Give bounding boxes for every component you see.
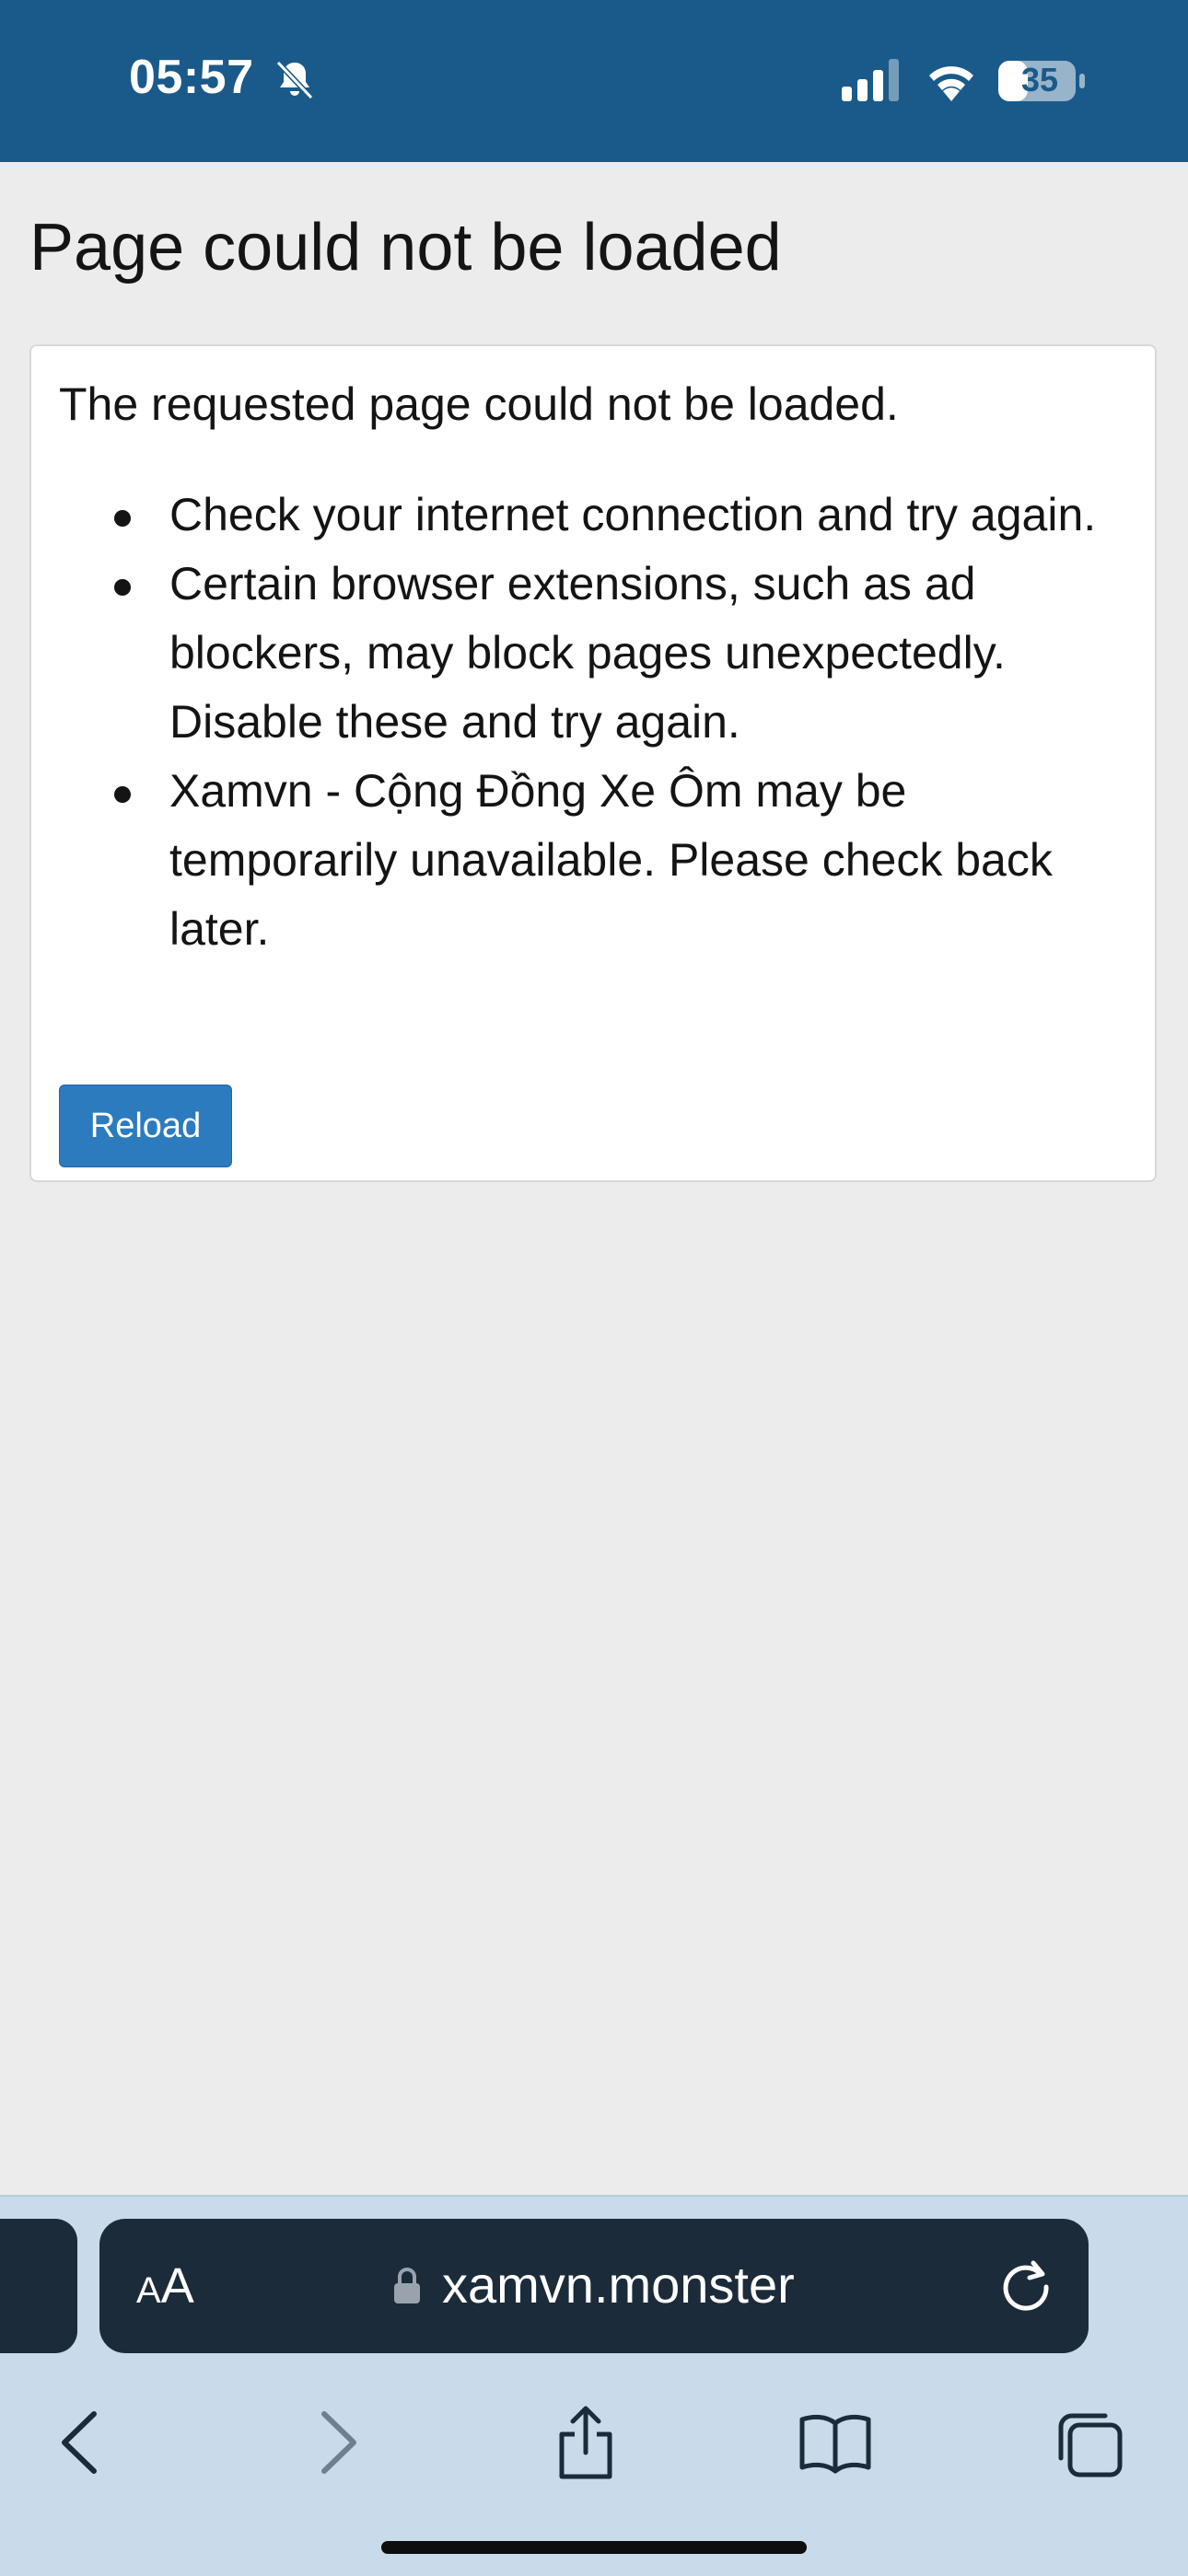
status-time: 05:57 <box>129 51 254 104</box>
text-size-button[interactable]: AA <box>136 2256 194 2316</box>
list-item: Certain browser extensions, such as ad b… <box>114 550 1146 757</box>
lock-icon <box>394 2268 420 2303</box>
tabs-icon[interactable] <box>1050 2401 1125 2484</box>
reload-page-icon[interactable] <box>996 2256 1055 2315</box>
battery-percentage: 35 <box>1020 61 1059 99</box>
error-message: The requested page could not be loaded. <box>59 378 899 430</box>
list-item: Check your internet connection and try a… <box>114 481 1146 550</box>
browser-toolbar: AA xamvn.monster <box>0 2195 1188 2576</box>
status-bar: 05:57 35 <box>0 0 1188 162</box>
share-icon[interactable] <box>553 2401 619 2484</box>
error-card: The requested page could not be loaded. … <box>29 344 1157 1182</box>
page-title: Page could not be loaded <box>29 211 782 284</box>
list-item: Xamvn - Cộng Đồng Xe Ôm may be temporari… <box>114 757 1146 964</box>
bookmarks-icon[interactable] <box>796 2401 875 2484</box>
back-icon[interactable] <box>53 2401 105 2484</box>
reload-button[interactable]: Reload <box>59 1085 232 1167</box>
home-indicator <box>381 2541 807 2554</box>
text-size-large-label: A <box>160 2258 194 2314</box>
url-text[interactable]: xamvn.monster <box>442 2250 795 2320</box>
forward-icon[interactable] <box>313 2401 365 2484</box>
bell-slash-icon <box>275 60 314 100</box>
previous-tab-preview[interactable] <box>0 2219 77 2353</box>
cellular-signal-icon <box>842 59 899 101</box>
text-size-small-label: A <box>136 2270 161 2311</box>
address-bar[interactable]: AA xamvn.monster <box>99 2219 1089 2353</box>
wifi-icon <box>929 66 973 101</box>
reasons-list: Check your internet connection and try a… <box>31 481 1146 964</box>
